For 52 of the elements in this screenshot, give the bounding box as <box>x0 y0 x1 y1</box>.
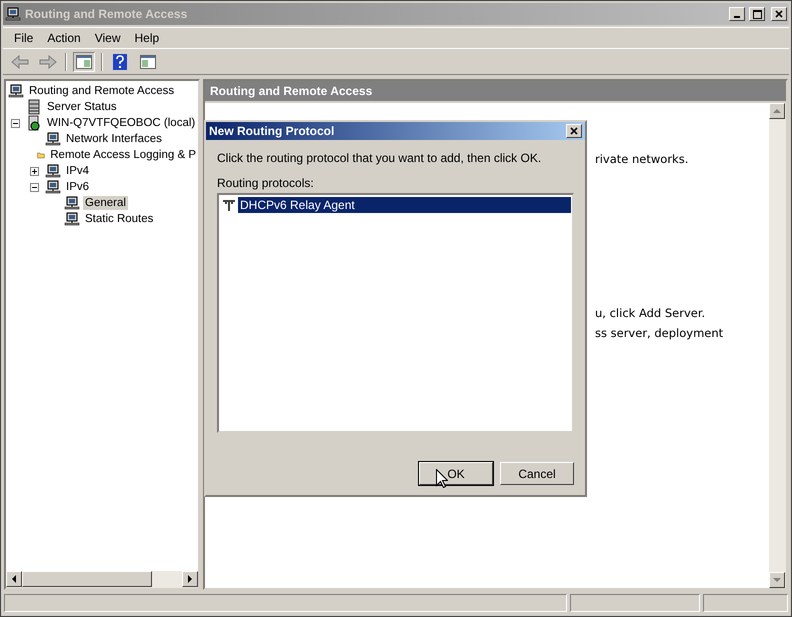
close-button[interactable] <box>566 124 582 138</box>
tree-item[interactable]: Routing and Remote Access <box>27 84 176 98</box>
close-button[interactable] <box>771 7 787 21</box>
console-tree-button[interactable] <box>73 52 95 72</box>
computer-icon <box>45 163 61 179</box>
close-icon <box>775 10 783 18</box>
expand-icon[interactable] <box>30 166 39 176</box>
instruction-text: Click the routing protocol that you want to add, then click OK. <box>217 151 542 165</box>
arrow-down-icon <box>773 577 781 583</box>
maximize-button[interactable] <box>749 7 765 21</box>
description-text: u, click Add Server. <box>595 306 706 320</box>
dialog-button[interactable]: Cancel <box>500 462 574 485</box>
tree-item[interactable]: Remote Access Logging & P <box>48 148 198 162</box>
collapse-icon[interactable] <box>11 118 20 128</box>
tree-item[interactable]: Network Interfaces <box>64 132 164 146</box>
arrow-right-icon <box>187 575 193 583</box>
pane-header: Routing and Remote Access <box>205 81 786 103</box>
computer-icon <box>64 195 80 211</box>
arrow-up-icon <box>773 108 781 114</box>
list-item[interactable]: DHCPv6 Relay Agent <box>238 197 571 213</box>
vertical-scrollbar[interactable] <box>769 103 786 588</box>
computer-icon <box>64 211 80 227</box>
menu-item[interactable]: View <box>88 31 128 45</box>
menu-item[interactable]: File <box>7 31 40 45</box>
computer-icon <box>45 179 61 195</box>
list-label: Routing protocols: <box>217 176 315 190</box>
close-icon <box>570 127 578 135</box>
menu-item[interactable]: Help <box>128 31 166 45</box>
arrow-left-icon <box>11 575 17 583</box>
computer-icon <box>45 131 61 147</box>
minimize-button[interactable] <box>729 7 745 21</box>
server-icon <box>26 115 42 131</box>
collapse-icon[interactable] <box>30 182 39 192</box>
tree-item[interactable]: General <box>83 196 128 210</box>
server-icon <box>26 99 42 115</box>
connector-icon <box>222 198 236 212</box>
window-title: Routing and Remote Access <box>25 7 188 21</box>
horizontal-scrollbar[interactable] <box>6 571 198 588</box>
tree-item[interactable]: WIN-Q7VTFQEOBOC (local) <box>45 116 198 130</box>
description-text: ss server, deployment <box>595 326 724 340</box>
tree-item[interactable]: Server Status <box>45 100 119 114</box>
description-text: rivate networks. <box>595 152 690 166</box>
tree-item[interactable]: IPv6 <box>64 180 92 194</box>
computer-icon <box>8 83 24 99</box>
tree-item[interactable]: Static Routes <box>83 212 156 226</box>
mouse-cursor-icon <box>436 469 448 488</box>
dialog-button[interactable]: OK <box>419 462 493 485</box>
tree-item[interactable]: IPv4 <box>64 164 92 178</box>
maximize-icon <box>752 10 762 18</box>
computer-icon <box>5 6 21 22</box>
menu-item[interactable]: Action <box>40 31 88 45</box>
dialog-title: New Routing Protocol <box>209 124 334 138</box>
